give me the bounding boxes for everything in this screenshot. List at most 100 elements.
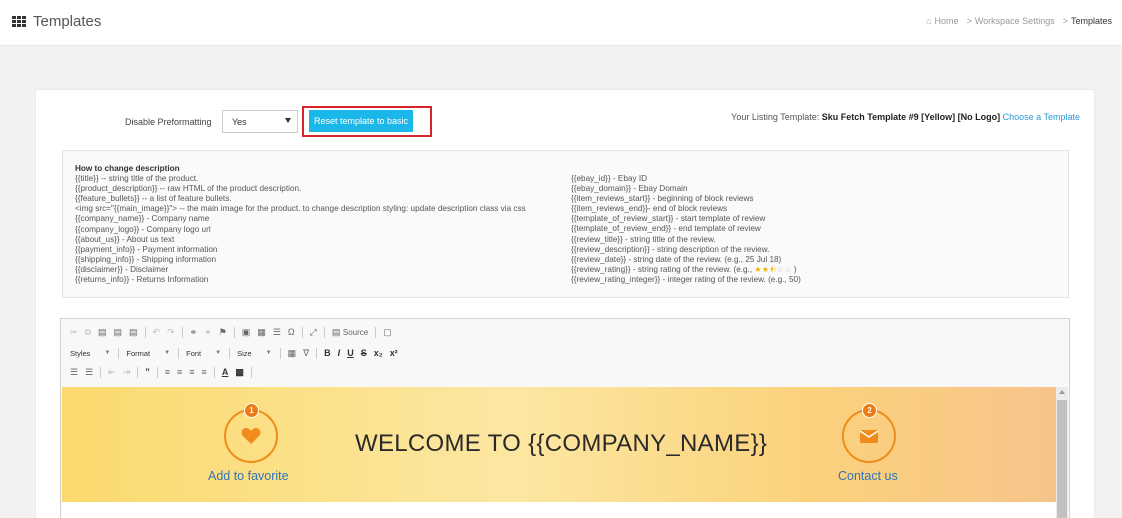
paste-icon[interactable]: ▤	[98, 327, 107, 338]
favorite-circle[interactable]: 1	[224, 403, 278, 463]
choose-template-link[interactable]: Choose a Template	[1003, 112, 1080, 122]
source-button[interactable]: ▤ Source	[332, 327, 368, 338]
grid-icon	[12, 15, 26, 28]
listing-template-info: Your Listing Template: Sku Fetch Templat…	[731, 112, 1080, 122]
help-line: {{item_reviews_end}}- end of block revie…	[571, 204, 728, 214]
text-color-icon[interactable]: A	[222, 367, 229, 377]
help-line: {{review_description}} - string descript…	[571, 244, 770, 254]
justify-icon[interactable]: ≡	[202, 367, 207, 377]
bg-color-icon[interactable]: ▩	[235, 367, 244, 378]
preformat-select[interactable]: Yes	[222, 110, 298, 133]
help-line: {{review_title}} - string title of the r…	[571, 234, 716, 244]
help-right-column: {{ebay_id}} - Ebay ID {{ebay_domain}} - …	[571, 174, 801, 285]
blockquote-icon[interactable]: ”	[145, 367, 150, 377]
contact-circle[interactable]: 2	[842, 403, 896, 463]
star-rating-icon: ★★⯪☆☆	[754, 264, 792, 274]
italic-icon[interactable]: I	[338, 348, 341, 358]
scrollbar-thumb[interactable]	[1057, 400, 1067, 518]
breadcrumb-workspace[interactable]: Workspace Settings	[975, 16, 1055, 26]
heart-icon	[241, 428, 261, 444]
unlink-icon[interactable]: ⚭	[204, 327, 212, 338]
format-combo[interactable]: Format ▼	[126, 349, 170, 358]
anchor-flag-icon[interactable]: ⚑	[219, 327, 227, 338]
help-title: How to change description	[75, 164, 180, 173]
scroll-up-icon[interactable]	[1059, 390, 1065, 394]
copy-icon[interactable]: ⧉	[85, 327, 91, 338]
welcome-title: WELCOME TO {{COMPANY_NAME}}	[355, 430, 768, 457]
styles-combo[interactable]: Styles ▼	[70, 349, 110, 358]
link-icon[interactable]: ⚭	[190, 327, 198, 338]
font-combo[interactable]: Font ▼	[186, 349, 221, 358]
help-line: {{company_logo}} - Company logo url	[75, 224, 211, 234]
envelope-icon	[859, 429, 879, 443]
breadcrumb: ⌂ Home > Workspace Settings > Templates	[926, 16, 1112, 26]
align-left-icon[interactable]: ≡	[165, 367, 170, 377]
numbered-list-icon[interactable]: ☰	[70, 367, 78, 378]
breadcrumb-sep: >	[1062, 16, 1068, 26]
add-to-favorite-label[interactable]: Add to favorite	[208, 469, 289, 483]
help-line-rating-text: {{review_rating}} - string rating of the…	[571, 264, 753, 274]
reset-template-button[interactable]: Reset template to basic	[309, 110, 413, 132]
listing-template-name: Sku Fetch Template #9 [Yellow] [No Logo]	[821, 112, 1001, 122]
editor-toolbar-row-3: ☰ ☰ ⇤ ⇥ ” ≡ ≡ ≡ ≡ A ▩	[70, 365, 259, 379]
maximize-icon[interactable]: ⤢	[310, 327, 317, 338]
preformat-value: Yes	[232, 117, 247, 127]
horizontal-line-icon[interactable]: ☰	[273, 327, 281, 338]
caret-down-icon	[285, 118, 291, 123]
paste-word-icon[interactable]: ▤	[129, 327, 138, 338]
superscript-icon[interactable]: x²	[390, 348, 398, 358]
underline-icon[interactable]: U	[347, 348, 354, 358]
contact-us-label[interactable]: Contact us	[838, 469, 898, 483]
help-line: <img src="{{main_image}}"> -- the main i…	[75, 204, 526, 214]
size-combo[interactable]: Size ▼	[237, 349, 272, 358]
listing-prefix: Your Listing Template:	[731, 112, 820, 122]
redo-icon[interactable]: ↷	[167, 327, 175, 338]
help-line: {{disclaimer}} - Disclaimer	[75, 264, 169, 274]
help-line: {{returns_info}} - Returns Information	[75, 275, 209, 285]
paste-text-icon[interactable]: ▤	[114, 327, 123, 338]
help-line: {{template_of_review_start}} - start tem…	[571, 214, 766, 224]
strike-icon[interactable]: S	[361, 348, 367, 358]
page-title: Templates	[33, 13, 102, 30]
contact-badge: 2	[862, 403, 877, 418]
welcome-banner: 1 Add to favorite WELCOME TO {{COMPANY_N…	[62, 387, 1056, 502]
bold-icon[interactable]: B	[324, 348, 331, 358]
template-settings-card: Disable Preformatting Yes Reset template…	[35, 89, 1095, 518]
undo-icon[interactable]: ↶	[153, 327, 161, 338]
rating-suffix: )	[793, 264, 797, 274]
help-line: {{review_date}} - string date of the rev…	[571, 254, 782, 264]
indent-icon[interactable]: ⇥	[123, 367, 131, 378]
breadcrumb-home[interactable]: Home	[935, 16, 959, 26]
help-line: {{about_us}} - About us text	[75, 234, 175, 244]
subscript-icon[interactable]: x₂	[374, 348, 383, 358]
help-line: {{template_of_review_end}} - end templat…	[571, 224, 761, 234]
spell-ab-icon[interactable]: ∇	[303, 348, 309, 359]
source-label: Source	[342, 327, 369, 337]
align-center-icon[interactable]: ≡	[177, 367, 182, 377]
outdent-icon[interactable]: ⇤	[108, 367, 116, 378]
editor-toolbar-row-1: ✂ ⧉ ▤ ▤ ▤ ↶ ↷ ⚭ ⚭ ⚑ ▣ ▦ ☰ Ω ⤢ ▤ Source ▢	[70, 325, 399, 339]
rich-text-editor: ✂ ⧉ ▤ ▤ ▤ ↶ ↷ ⚭ ⚭ ⚑ ▣ ▦ ☰ Ω ⤢ ▤ Source ▢…	[60, 318, 1070, 518]
image-icon[interactable]: ▣	[242, 327, 251, 338]
top-bar: Templates ⌂ Home > Workspace Settings > …	[0, 0, 1122, 46]
breadcrumb-sep: >	[966, 16, 972, 26]
editor-content-area[interactable]: 1 Add to favorite WELCOME TO {{COMPANY_N…	[62, 387, 1056, 518]
help-line: {{payment_info}} - Payment information	[75, 244, 218, 254]
templates-icon[interactable]: ▦	[288, 348, 297, 359]
table-icon[interactable]: ▦	[257, 327, 266, 338]
bullet-list-icon[interactable]: ☰	[85, 367, 93, 378]
help-line: {{ebay_id}} - Ebay ID	[571, 174, 648, 183]
help-left-column: How to change description {{title}} -- s…	[75, 164, 526, 285]
help-box: How to change description {{title}} -- s…	[62, 150, 1069, 298]
editor-toolbar-row-2: Styles ▼ Format ▼ Font ▼ Size ▼ ▦ ∇ B I U S …	[70, 346, 405, 360]
align-right-icon[interactable]: ≡	[189, 367, 194, 377]
help-line-rating: {{review_rating}} - string rating of the…	[571, 265, 801, 275]
spellcheck-icon[interactable]: ▢	[383, 327, 392, 338]
cut-icon[interactable]: ✂	[70, 327, 78, 338]
editor-scrollbar[interactable]	[1056, 387, 1068, 518]
favorite-badge: 1	[244, 403, 259, 418]
help-line: {{feature_bullets}} -- a list of feature…	[75, 194, 232, 204]
help-line: {{ebay_domain}} - Ebay Domain	[571, 184, 688, 194]
help-line: {{title}} -- string title of the product…	[75, 174, 199, 184]
special-char-icon[interactable]: Ω	[288, 327, 295, 337]
